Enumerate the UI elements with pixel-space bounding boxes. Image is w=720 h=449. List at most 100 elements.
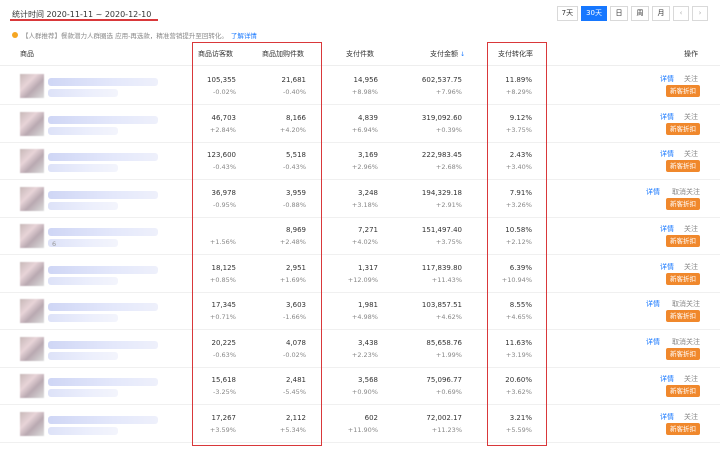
product-thumbnail[interactable] (20, 149, 44, 173)
cell-conversion-change: +3.19% (505, 350, 532, 359)
product-name-blurred[interactable] (48, 228, 158, 236)
cell-conversion: 10.58% (505, 226, 532, 234)
cell-pay-count-change: +4.98% (351, 313, 378, 321)
product-name-blurred[interactable] (48, 153, 158, 161)
top-bar: 统计时间 2020-11-11 ~ 2020-12-10 7天 30天 日 周 … (0, 0, 720, 28)
product-thumbnail[interactable] (20, 186, 44, 211)
follow-link[interactable]: 关注 (684, 74, 698, 84)
detail-link[interactable]: 详情 (660, 149, 674, 159)
col-cart[interactable]: 商品加购件数 (262, 49, 304, 59)
detail-link[interactable]: 详情 (646, 337, 660, 347)
new-customer-discount-button[interactable]: 新客折扣 (666, 160, 700, 172)
product-thumbnail[interactable] (20, 261, 44, 286)
product-thumbnail[interactable] (20, 374, 44, 398)
cell-conversion-change: +3.62% (505, 388, 532, 396)
cell-pay-amount: 319,092.60 (421, 113, 462, 122)
table-row: 17,267 +3.59% 2,112 +5.34% 602 +11.90% 72,002.… (0, 406, 720, 443)
cell-cart: 4,078 (285, 338, 306, 347)
table-row: 6 +1.56% 8,969 +2.48% 7,271 +4.02% 151,497.40 +… (0, 218, 720, 255)
cell-pay-count: 1,981 (357, 301, 378, 309)
cell-visitors-change: -0.63% (213, 350, 236, 359)
detail-link[interactable]: 详情 (660, 262, 674, 272)
cell-cart: 8,969 (285, 226, 306, 234)
cell-cart: 2,112 (285, 413, 306, 422)
product-name-blurred[interactable] (48, 78, 158, 86)
cell-visitors-change: +3.59% (209, 425, 236, 434)
sort-desc-icon[interactable]: ↓ (460, 51, 465, 58)
col-pay-count[interactable]: 支付件数 (346, 49, 374, 59)
period-day-button[interactable]: 日 (610, 6, 628, 21)
product-thumbnail[interactable] (20, 299, 44, 323)
detail-link[interactable]: 详情 (660, 412, 674, 422)
col-product: 商品 (20, 50, 34, 58)
new-customer-discount-button[interactable]: 新客折扣 (666, 422, 700, 435)
cell-cart: 3,959 (285, 188, 306, 197)
cell-pay-count: 3,169 (357, 151, 378, 159)
product-thumbnail[interactable] (20, 336, 44, 361)
table-row: 20,225 -0.63% 4,078 -0.02% 3,438 +2.23% 85,658… (0, 331, 720, 368)
new-customer-discount-button[interactable]: 新客折扣 (666, 385, 700, 397)
follow-link[interactable]: 关注 (684, 412, 698, 422)
col-visitors[interactable]: 商品访客数 (198, 49, 233, 59)
follow-link[interactable]: 关注 (684, 149, 698, 159)
product-name-blurred[interactable] (48, 115, 158, 124)
table-row: 123,600 -0.43% 5,518 -0.43% 3,169 +2.96% 222,9… (0, 143, 720, 180)
notice-learn-more-link[interactable]: 了解详情 (231, 30, 257, 40)
detail-link[interactable]: 详情 (646, 187, 660, 197)
follow-link[interactable]: 关注 (684, 374, 698, 384)
detail-link[interactable]: 详情 (660, 374, 674, 384)
cell-pay-count: 7,271 (357, 226, 378, 234)
detail-link[interactable]: 详情 (660, 112, 674, 122)
new-customer-discount-button[interactable]: 新客折扣 (666, 347, 700, 360)
new-customer-discount-button[interactable]: 新客折扣 (666, 85, 700, 97)
new-customer-discount-button[interactable]: 新客折扣 (666, 310, 700, 322)
follow-link[interactable]: 关注 (684, 224, 698, 234)
unfollow-link[interactable]: 取消关注 (672, 187, 700, 197)
cell-pay-amount-change: +11.43% (431, 275, 462, 284)
product-name-blurred[interactable] (48, 303, 158, 311)
date-range-underline (10, 19, 158, 21)
detail-link[interactable]: 详情 (660, 224, 674, 234)
period-month-button[interactable]: 月 (652, 6, 670, 21)
cell-pay-count-change: +2.23% (351, 350, 378, 359)
new-customer-discount-button[interactable]: 新客折扣 (666, 122, 700, 135)
col-pay-amount-label: 支付金额 (430, 50, 458, 58)
unfollow-link[interactable]: 取消关注 (672, 299, 700, 309)
cell-cart-change: +4.20% (279, 125, 306, 134)
new-customer-discount-button[interactable]: 新客折扣 (666, 272, 700, 285)
cell-pay-amount: 194,329.18 (421, 188, 462, 197)
period-week-button[interactable]: 周 (631, 6, 649, 21)
product-thumbnail[interactable] (20, 74, 44, 98)
cell-pay-count-change: +4.02% (351, 238, 378, 246)
cell-visitors-change: -0.43% (213, 163, 236, 171)
cell-conversion-change: +3.40% (505, 163, 532, 171)
product-name-blurred[interactable] (48, 378, 158, 386)
col-pay-amount[interactable]: 支付金额 ↓ (430, 49, 465, 59)
period-7d-button[interactable]: 7天 (556, 6, 579, 21)
col-conversion[interactable]: 支付转化率 (498, 49, 533, 59)
cell-pay-amount: 103,857.51 (421, 301, 462, 309)
detail-link[interactable]: 详情 (646, 299, 660, 309)
product-thumbnail[interactable] (20, 224, 44, 248)
product-thumbnail[interactable] (20, 411, 44, 436)
detail-link[interactable]: 详情 (660, 74, 674, 84)
cell-pay-amount-change: +3.75% (435, 238, 462, 246)
product-name-blurred[interactable] (48, 340, 158, 349)
period-30d-button[interactable]: 30天 (581, 6, 607, 21)
product-name-blurred[interactable] (48, 415, 158, 424)
prev-period-icon[interactable]: ‹ (673, 6, 689, 21)
follow-link[interactable]: 关注 (684, 112, 698, 122)
next-period-icon[interactable]: › (692, 6, 708, 21)
notice-bar: 【人群推荐】餐款潜力人群圈选 应用-再选款，精准营销提升至回转化。 了解详情 (12, 30, 257, 40)
product-name-blurred[interactable] (48, 190, 158, 199)
new-customer-discount-button[interactable]: 新客折扣 (666, 197, 700, 210)
follow-link[interactable]: 关注 (684, 262, 698, 272)
new-customer-discount-button[interactable]: 新客折扣 (666, 235, 700, 247)
cell-conversion: 8.55% (509, 301, 532, 309)
product-name-blurred[interactable] (48, 265, 158, 274)
cell-conversion: 11.89% (505, 76, 532, 84)
cell-pay-count-change: +8.98% (351, 88, 378, 96)
product-name-suffix: 6 (52, 240, 57, 248)
product-thumbnail[interactable] (20, 111, 44, 136)
unfollow-link[interactable]: 取消关注 (672, 337, 700, 347)
